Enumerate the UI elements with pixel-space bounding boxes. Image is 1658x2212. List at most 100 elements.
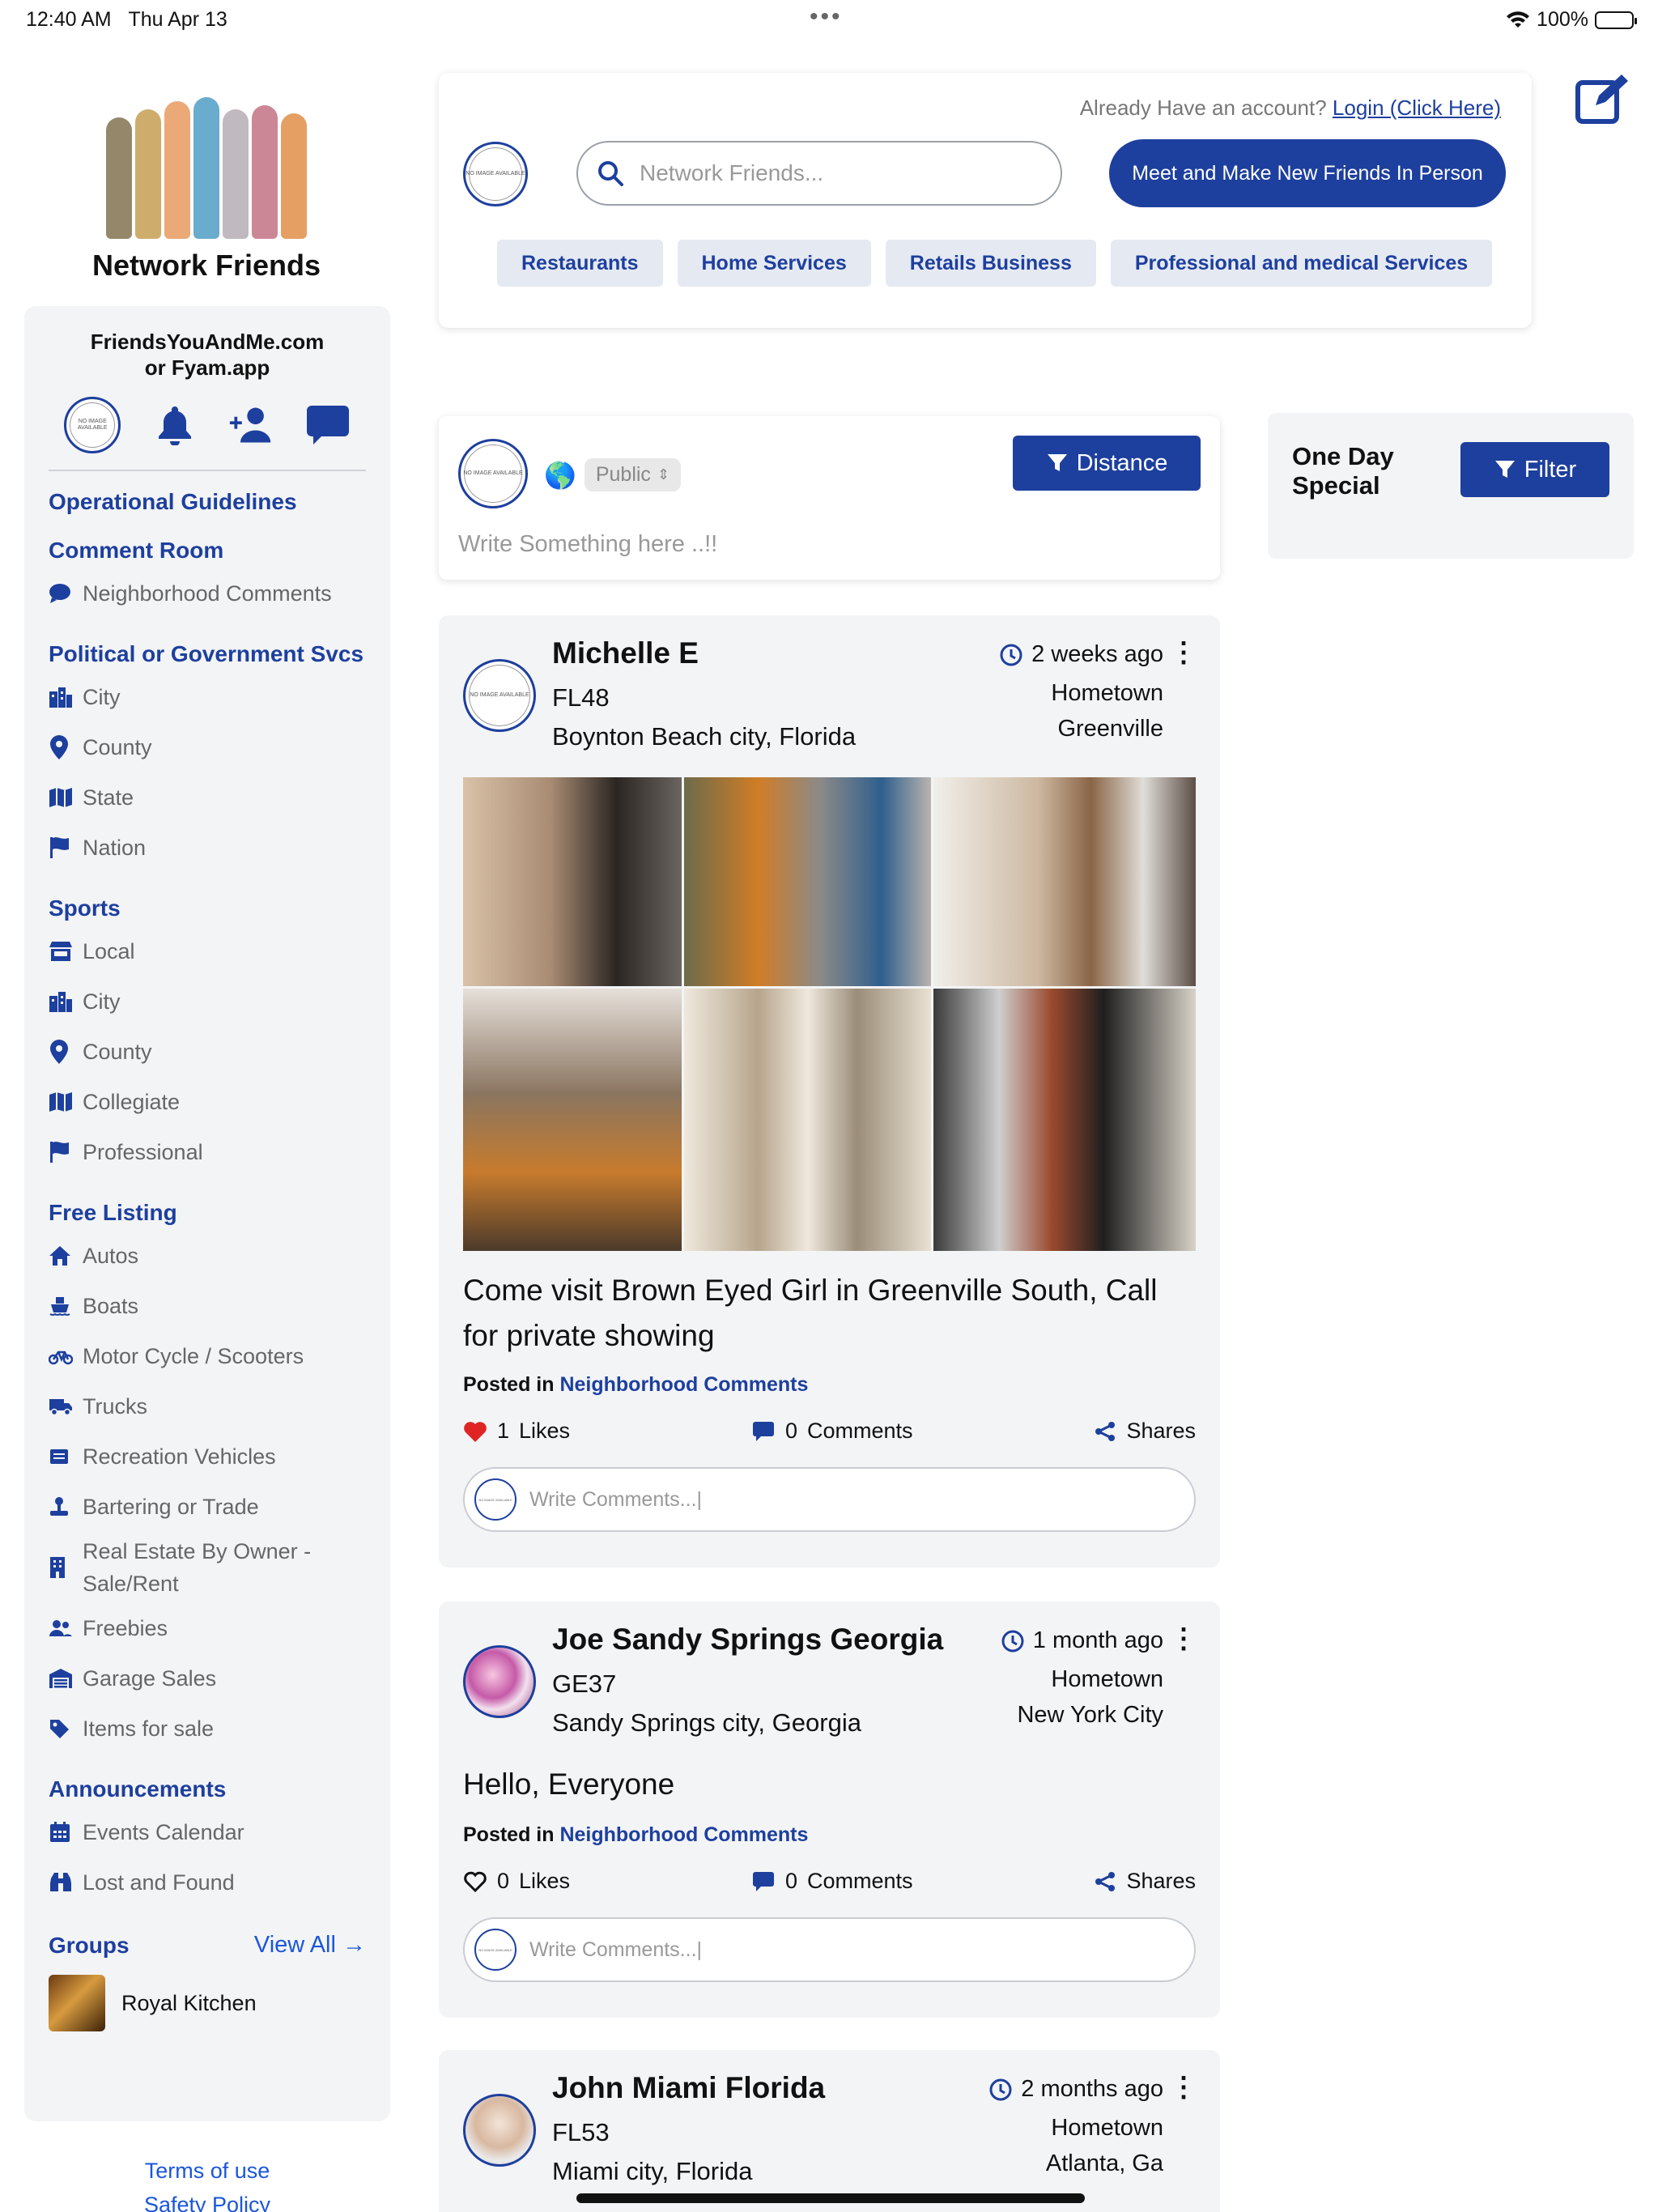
comment-input[interactable]: NO IMAGE AVAILABLE Write Comments...|	[463, 1917, 1196, 1982]
post-menu-icon[interactable]: ⋮	[1170, 639, 1197, 666]
chat-icon[interactable]	[305, 402, 351, 448]
post-hometown: Hometown Greenville	[1051, 680, 1163, 742]
post-photo[interactable]	[463, 777, 682, 986]
sidebar-section-political-or-government-svcs[interactable]: Political or Government Svcs	[49, 641, 366, 667]
sidebar-item-freebies[interactable]: Freebies	[49, 1603, 366, 1653]
comment-input[interactable]: NO IMAGE AVAILABLE Write Comments...|	[463, 1467, 1196, 1532]
sidebar-item-collegiate[interactable]: Collegiate	[49, 1077, 366, 1127]
category-retails-business[interactable]: Retails Business	[885, 240, 1096, 287]
post-category: Posted in Neighborhood Comments	[463, 1373, 809, 1396]
sidebar-item-neighborhood-comments[interactable]: Neighborhood Comments	[49, 568, 366, 619]
sidebar-item-local[interactable]: Local	[49, 926, 366, 976]
post-author-name[interactable]: Joe Sandy Springs Georgia	[552, 1623, 943, 1657]
chevron-updown-icon: ⇕	[657, 466, 670, 483]
add-user-icon[interactable]	[228, 402, 274, 448]
visibility-selector[interactable]: 🌎 Public ⇕	[544, 458, 682, 491]
sidebar-item-items-for-sale[interactable]: Items for sale	[49, 1704, 366, 1754]
visibility-dropdown[interactable]: Public ⇕	[584, 458, 682, 491]
post-photo[interactable]	[933, 777, 1196, 986]
post-photo[interactable]	[463, 989, 682, 1251]
composer-input[interactable]: Write Something here ..!!	[458, 531, 717, 558]
sidebar-section-sports[interactable]: Sports	[49, 895, 366, 921]
sidebar-item-state[interactable]: State	[49, 772, 366, 823]
sidebar-section-announcements[interactable]: Announcements	[49, 1776, 366, 1802]
sidebar-item-boats[interactable]: Boats	[49, 1281, 366, 1331]
search-input[interactable]: Network Friends...	[576, 141, 1062, 206]
post-photo-gallery[interactable]	[463, 777, 1196, 1251]
login-prompt: Already Have an account? Login (Click He…	[1079, 96, 1501, 120]
users-icon	[49, 1619, 83, 1638]
post-category-link[interactable]: Neighborhood Comments	[559, 1373, 808, 1396]
safety-policy-link[interactable]: Safety Policy	[24, 2188, 390, 2212]
terms-link[interactable]: Terms of use	[24, 2154, 390, 2188]
category-home-services[interactable]: Home Services	[677, 240, 871, 287]
sidebar-item-garage-sales[interactable]: Garage Sales	[49, 1653, 366, 1704]
sidebar-item-real-estate-by-owner-sale-rent[interactable]: Real Estate By Owner - Sale/Rent	[49, 1532, 366, 1603]
sidebar-item-label: Freebies	[83, 1615, 168, 1640]
view-all-groups-link[interactable]: View All →	[254, 1932, 366, 1959]
group-item-royal-kitchen[interactable]: Royal Kitchen	[49, 1975, 366, 2031]
clock-icon	[989, 2078, 1012, 2100]
post-author-avatar[interactable]: NO IMAGE AVAILABLE	[463, 659, 536, 732]
post-photo[interactable]	[933, 989, 1196, 1251]
comment-avatar: NO IMAGE AVAILABLE	[474, 1929, 517, 1971]
post-menu-icon[interactable]: ⋮	[1170, 1625, 1197, 1653]
post-author-name[interactable]: Michelle E	[552, 636, 699, 670]
sidebar-item-events-calendar[interactable]: Events Calendar	[49, 1807, 366, 1857]
share-button[interactable]: Shares	[1094, 1869, 1196, 1894]
arrow-right-icon: →	[342, 1932, 366, 1958]
share-button[interactable]: Shares	[1094, 1419, 1196, 1444]
special-filter-button[interactable]: Filter	[1460, 442, 1609, 497]
post-author-avatar[interactable]	[463, 1645, 536, 1718]
post-photo[interactable]	[684, 777, 931, 986]
sidebar-item-city[interactable]: City	[49, 672, 366, 722]
sidebar-section-free-listing[interactable]: Free Listing	[49, 1200, 366, 1226]
sidebar-section-operational-guidelines[interactable]: Operational Guidelines	[49, 489, 366, 515]
sidebar-item-city[interactable]: City	[49, 976, 366, 1027]
sidebar-item-autos[interactable]: Autos	[49, 1231, 366, 1281]
compose-edit-icon[interactable]	[1575, 73, 1631, 129]
home-indicator[interactable]	[576, 2193, 1085, 2203]
like-button[interactable]: 1 Likes	[463, 1419, 570, 1444]
map-icon	[49, 1091, 83, 1112]
meet-new-friends-button[interactable]: Meet and Make New Friends In Person	[1109, 139, 1506, 207]
sidebar-item-recreation-vehicles[interactable]: Recreation Vehicles	[49, 1431, 366, 1482]
search-icon	[598, 161, 623, 186]
sidebar-item-county[interactable]: County	[49, 722, 366, 772]
category-restaurants[interactable]: Restaurants	[497, 240, 663, 287]
post-author-name[interactable]: John Miami Florida	[552, 2071, 825, 2105]
site-name: FriendsYouAndMe.com or Fyam.app	[90, 330, 325, 380]
post-menu-icon[interactable]: ⋮	[1170, 2074, 1197, 2101]
sidebar-item-lost-and-found[interactable]: Lost and Found	[49, 1857, 366, 1908]
post-photo[interactable]	[684, 989, 931, 1251]
sidebar-section-comment-room[interactable]: Comment Room	[49, 538, 366, 564]
wifi-icon	[1507, 11, 1530, 28]
profile-avatar[interactable]: NO IMAGE AVAILABLE	[64, 397, 121, 453]
sidebar-item-professional[interactable]: Professional	[49, 1127, 366, 1177]
header-avatar[interactable]: NO IMAGE AVAILABLE	[463, 142, 528, 206]
comments-button[interactable]: 0 Comments	[751, 1869, 913, 1894]
sidebar-item-motor-cycle-scooters[interactable]: Motor Cycle / Scooters	[49, 1331, 366, 1381]
multitask-dots[interactable]: •••	[810, 3, 843, 31]
header-card: Already Have an account? Login (Click He…	[439, 73, 1532, 328]
clock-icon	[1000, 644, 1022, 666]
sidebar-item-label: City	[83, 989, 121, 1014]
brand-title: Network Friends	[91, 249, 321, 282]
comments-button[interactable]: 0 Comments	[751, 1419, 913, 1444]
sidebar-item-bartering-or-trade[interactable]: Bartering or Trade	[49, 1482, 366, 1532]
post-author-avatar[interactable]	[463, 2094, 536, 2167]
sidebar-item-nation[interactable]: Nation	[49, 823, 366, 873]
post-category-link[interactable]: Neighborhood Comments	[559, 1823, 808, 1846]
distance-filter-button[interactable]: Distance	[1013, 436, 1201, 491]
login-link[interactable]: Login (Click Here)	[1333, 96, 1501, 120]
sidebar-item-county[interactable]: County	[49, 1027, 366, 1077]
bell-icon[interactable]	[152, 402, 198, 448]
category-professional-medical[interactable]: Professional and medical Services	[1110, 240, 1493, 287]
sidebar-item-label: State	[83, 785, 134, 810]
sidebar-item-label: Events Calendar	[83, 1819, 244, 1844]
like-button[interactable]: 0 Likes	[463, 1869, 570, 1894]
sidebar-item-trucks[interactable]: Trucks	[49, 1381, 366, 1431]
post-author-code: FL48	[552, 683, 610, 712]
brand-logo[interactable]: Network Friends	[24, 93, 389, 283]
location-pin-icon	[49, 734, 83, 760]
